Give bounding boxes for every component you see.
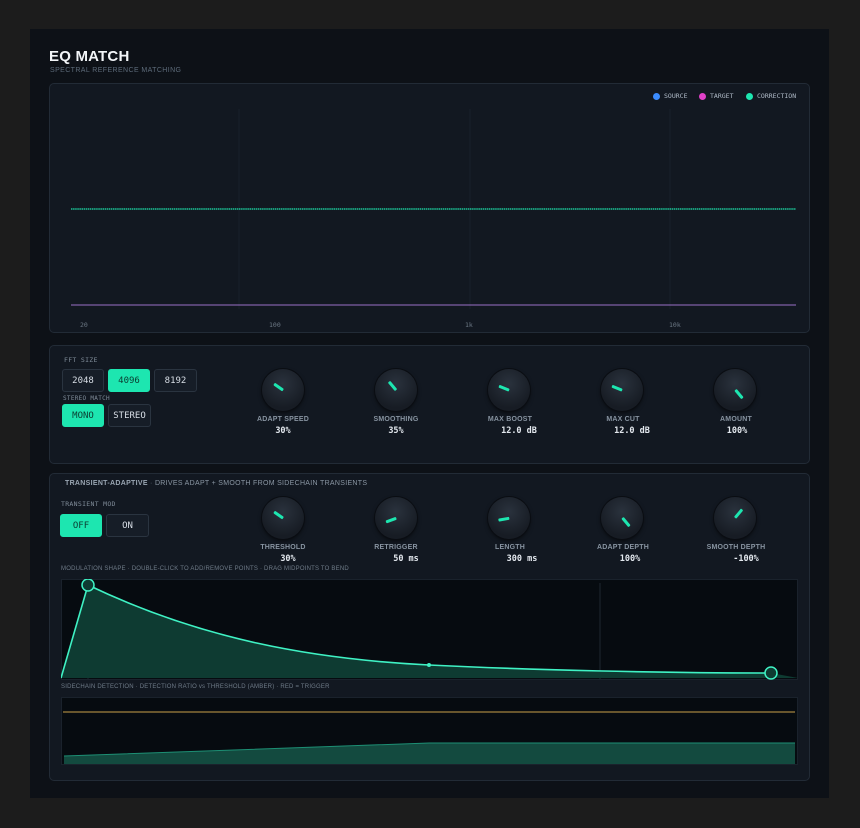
- shape-midpoint: [427, 663, 431, 667]
- smooth-depth-value: -100%: [733, 554, 759, 564]
- length-label: LENGTH: [495, 544, 525, 551]
- stereo-match-label: STEREO MATCH: [63, 395, 110, 402]
- adapt-speed-knob[interactable]: [262, 369, 304, 411]
- adapt-depth-label: ADAPT DEPTH: [597, 544, 649, 551]
- sidechain-caption: SIDECHAIN DETECTION · DETECTION RATIO vs…: [61, 684, 330, 690]
- legend-target-label: TARGET: [710, 92, 734, 100]
- adapt-speed-label: ADAPT SPEED: [257, 416, 309, 423]
- transient-on-button[interactable]: ON: [106, 514, 149, 537]
- legend-correction-label: CORRECTION: [757, 92, 797, 100]
- source-color-dot: [653, 92, 660, 100]
- adapt-depth-value: 100%: [619, 554, 641, 564]
- fft-8192-button[interactable]: 8192: [154, 369, 197, 392]
- adapt-speed-value: 30%: [275, 426, 291, 436]
- max-boost-value: 12.0 dB: [501, 426, 537, 436]
- max-cut-knob[interactable]: [601, 369, 643, 411]
- mod-shape-caption: MODULATION SHAPE · DOUBLE-CLICK TO ADD/R…: [61, 566, 349, 572]
- retrigger-value: 50 ms: [393, 554, 419, 564]
- sidechain-graph: [63, 711, 795, 764]
- adapt-depth-knob[interactable]: [601, 497, 643, 539]
- smooth-depth-knob[interactable]: [714, 497, 756, 539]
- smoothing-knob[interactable]: [375, 369, 417, 411]
- transient-off-button[interactable]: OFF: [60, 514, 102, 537]
- transient-title: TRANSIENT-ADAPTIVE: [65, 480, 148, 487]
- freq-label-1k: 1k: [465, 321, 473, 329]
- freq-label-100: 100: [269, 321, 281, 329]
- target-color-dot: [699, 92, 706, 100]
- max-boost-knob[interactable]: [488, 369, 530, 411]
- freq-label-20: 20: [80, 321, 88, 329]
- shape-point-end: [764, 666, 778, 680]
- length-knob[interactable]: [488, 497, 530, 539]
- retrigger-label: RETRIGGER: [374, 544, 418, 551]
- retrigger-knob[interactable]: [375, 497, 417, 539]
- smoothing-value: 35%: [388, 426, 404, 436]
- legend-source-label: SOURCE: [664, 92, 688, 100]
- threshold-label: THRESHOLD: [260, 544, 306, 551]
- amount-value: 100%: [726, 426, 748, 436]
- transient-description: DRIVES ADAPT + SMOOTH FROM SIDECHAIN TRA…: [154, 480, 368, 487]
- mono-button[interactable]: MONO: [62, 404, 104, 427]
- max-boost-label: MAX BOOST: [487, 416, 533, 423]
- legend-correction: CORRECTION: [746, 92, 796, 100]
- controls-panel: [49, 345, 810, 464]
- smoothing-label: SMOOTHING: [373, 416, 419, 423]
- shape-point-start: [81, 579, 95, 592]
- threshold-value: 30%: [280, 554, 296, 564]
- amount-label: AMOUNT: [720, 416, 752, 423]
- fft-2048-button[interactable]: 2048: [62, 369, 104, 392]
- max-cut-value: 12.0 dB: [614, 426, 650, 436]
- transient-mod-label: TRANSIENT MOD: [61, 500, 116, 508]
- correction-color-dot: [746, 92, 753, 100]
- amount-knob[interactable]: [714, 369, 756, 411]
- stereo-button[interactable]: STEREO: [108, 404, 151, 427]
- spectrum-graph: [71, 109, 796, 309]
- modulation-shape-graph: [61, 579, 798, 680]
- threshold-knob[interactable]: [262, 497, 304, 539]
- legend-target: TARGET: [699, 92, 733, 100]
- freq-label-10k: 10k: [669, 321, 681, 329]
- fft-4096-button[interactable]: 4096: [108, 369, 150, 392]
- plugin-subtitle: SPECTRAL REFERENCE MATCHING: [50, 67, 182, 74]
- plugin-title: EQ MATCH: [49, 48, 130, 65]
- fft-size-label: FFT SIZE: [64, 356, 98, 364]
- smooth-depth-label: SMOOTH DEPTH: [706, 544, 766, 551]
- length-value: 300 ms: [506, 554, 538, 564]
- max-cut-label: MAX CUT: [606, 416, 640, 423]
- legend-source: SOURCE: [653, 92, 687, 100]
- transient-section-header: TRANSIENT-ADAPTIVE · DRIVES ADAPT + SMOO…: [65, 480, 368, 487]
